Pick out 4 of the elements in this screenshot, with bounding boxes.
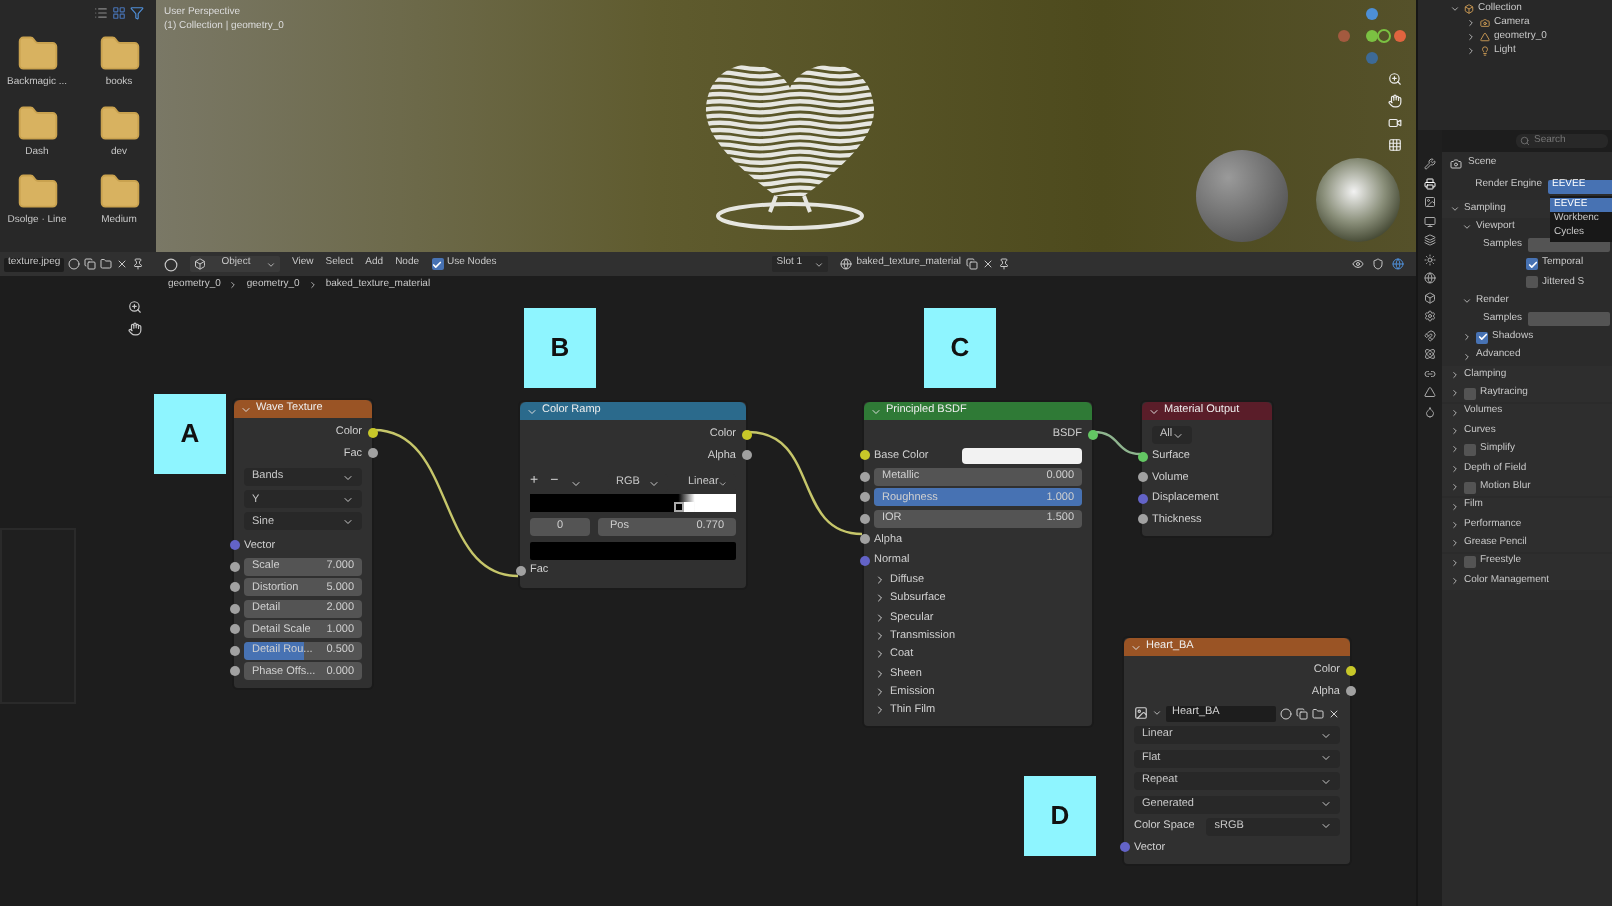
callout-label: C bbox=[924, 308, 996, 388]
callout-label: A bbox=[154, 394, 226, 474]
callout-label: D bbox=[1024, 776, 1096, 856]
callout-label: B bbox=[524, 308, 596, 388]
